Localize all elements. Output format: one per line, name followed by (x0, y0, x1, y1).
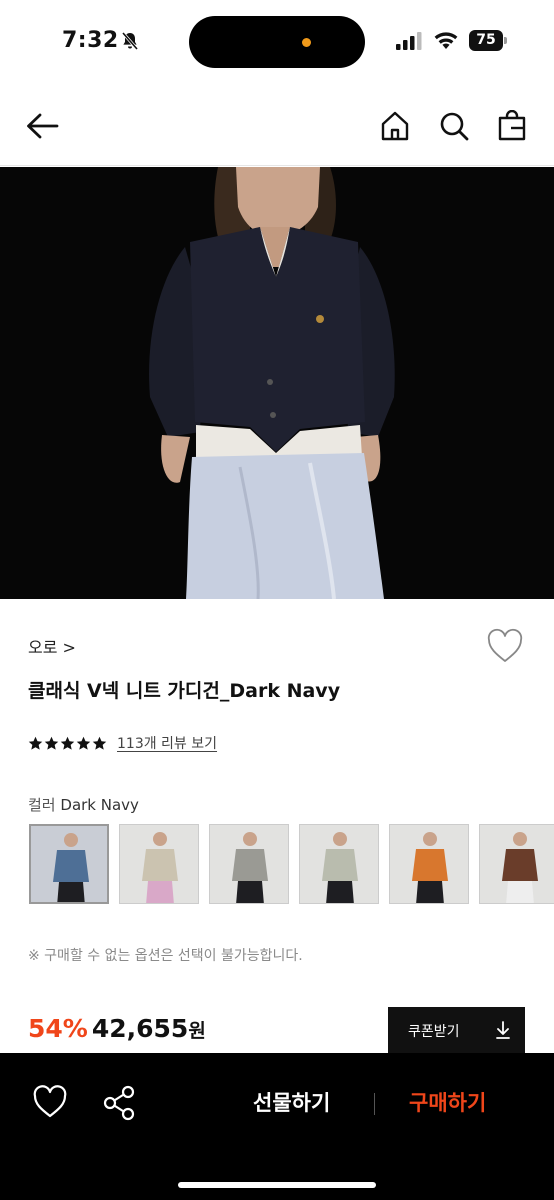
home-icon (381, 111, 409, 141)
color-option-label: 컬러 Dark Navy (28, 794, 139, 815)
download-icon (496, 1021, 510, 1039)
home-button[interactable] (375, 106, 415, 146)
star-icon (92, 736, 107, 750)
star-icon (44, 736, 59, 750)
swatch-model-thumbnail (210, 825, 288, 903)
product-title: 클래식 V넥 니트 가디건_Dark Navy (28, 680, 341, 702)
brand-link[interactable]: 오로 > (28, 634, 76, 658)
swatch-model-thumbnail (480, 825, 554, 903)
swatch-model-thumbnail (300, 825, 378, 903)
star-icon (28, 736, 43, 750)
price-row: 54% 42,655 원 (28, 1014, 206, 1048)
home-indicator (178, 1182, 376, 1188)
color-swatch[interactable] (209, 824, 289, 904)
shopping-bag-icon (498, 110, 526, 141)
dynamic-island (189, 16, 365, 68)
battery-tip (504, 37, 507, 44)
share-icon[interactable] (102, 1085, 136, 1121)
buy-button[interactable]: 구매하기 (409, 1087, 486, 1117)
search-button[interactable] (434, 106, 474, 146)
discount-rate: 54% (28, 1014, 88, 1043)
battery-indicator: 75 (469, 30, 507, 51)
bottom-action-bar: 선물하기 구매하기 (0, 1053, 554, 1200)
color-swatch-list (29, 824, 554, 904)
bell-slash-icon (121, 32, 139, 50)
swatch-model-thumbnail (120, 825, 198, 903)
arrow-left-icon (27, 113, 59, 139)
battery-level: 75 (469, 30, 503, 51)
color-swatch[interactable] (29, 824, 109, 904)
price-unit: 원 (188, 1020, 206, 1042)
coupon-label: 쿠폰받기 (408, 1024, 460, 1040)
color-label-key: 컬러 (28, 796, 56, 814)
swatch-model-thumbnail (31, 826, 107, 902)
bar-divider (374, 1093, 375, 1115)
status-time: 7:32 (62, 28, 119, 53)
color-swatch[interactable] (119, 824, 199, 904)
swatch-model-thumbnail (390, 825, 468, 903)
color-swatch[interactable] (389, 824, 469, 904)
color-swatch[interactable] (479, 824, 554, 904)
wifi-icon (434, 32, 458, 49)
back-button[interactable] (22, 106, 62, 146)
star-rating (28, 736, 107, 751)
search-icon (440, 112, 469, 141)
coupon-download-button[interactable]: 쿠폰받기 (388, 1007, 525, 1053)
heart-icon[interactable] (32, 1085, 68, 1119)
star-icon (76, 736, 91, 750)
cart-button[interactable] (492, 106, 532, 146)
rating-row: 113개 리뷰 보기 (28, 733, 217, 753)
color-label-value: Dark Navy (60, 796, 139, 814)
gift-button[interactable]: 선물하기 (253, 1087, 330, 1117)
star-icon (60, 736, 75, 750)
heart-icon[interactable] (486, 628, 524, 664)
review-link[interactable]: 113개 리뷰 보기 (117, 733, 217, 753)
sale-price: 42,655 (91, 1014, 189, 1043)
option-notice: ※ 구매할 수 없는 옵션은 선택이 불가능합니다. (28, 948, 303, 964)
status-bar: 7:32 75 (0, 0, 554, 82)
privacy-indicator-dot (302, 38, 311, 47)
model-photo-illustration (0, 167, 554, 599)
color-swatch[interactable] (299, 824, 379, 904)
top-navigation (0, 90, 554, 166)
cellular-signal-icon (396, 32, 422, 50)
product-main-image[interactable] (0, 167, 554, 599)
